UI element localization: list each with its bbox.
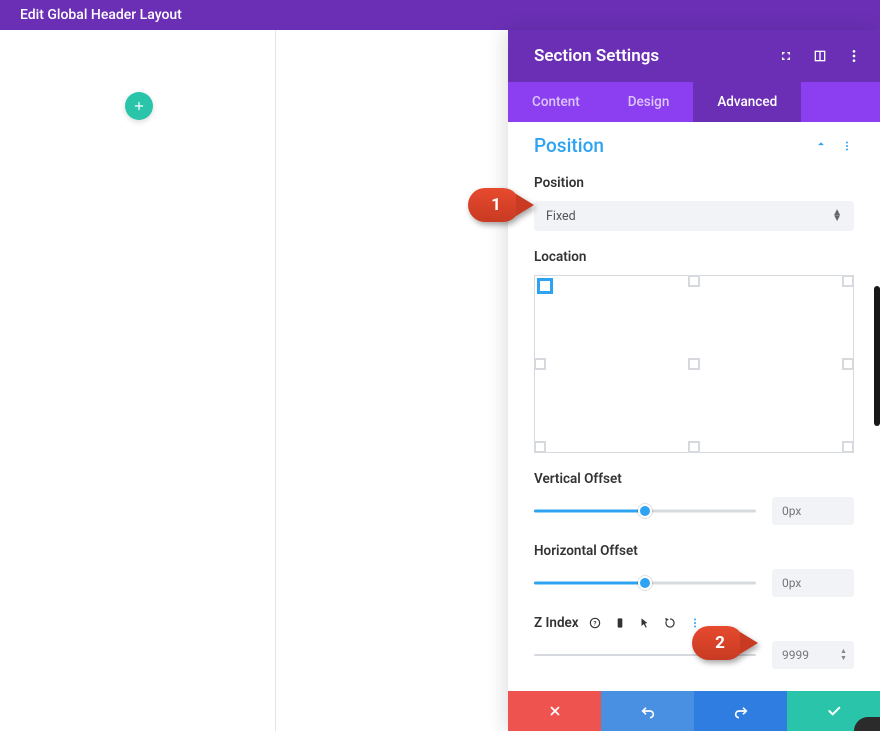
- hover-icon[interactable]: [637, 615, 653, 631]
- undo-button[interactable]: [601, 691, 694, 731]
- panel-body: Position Position Fixed ▲▼ Location: [508, 122, 880, 691]
- location-mid-center[interactable]: [688, 358, 700, 370]
- position-select[interactable]: Fixed ▲▼: [534, 201, 854, 231]
- scrollbar-thumb[interactable]: [874, 286, 880, 426]
- horizontal-offset-input[interactable]: [772, 569, 854, 597]
- horizontal-offset-label: Horizontal Offset: [534, 543, 854, 559]
- plus-icon: [132, 99, 146, 113]
- location-bottom-right[interactable]: [842, 441, 854, 453]
- panel-title: Section Settings: [534, 46, 659, 66]
- panel-footer: [508, 691, 880, 731]
- tab-design[interactable]: Design: [604, 82, 694, 122]
- redo-icon: [733, 703, 749, 719]
- undo-icon: [640, 703, 656, 719]
- location-picker[interactable]: [534, 275, 854, 453]
- location-mid-right[interactable]: [842, 358, 854, 370]
- location-top-center[interactable]: [688, 275, 700, 287]
- canvas-column-divider: [275, 30, 276, 731]
- reset-icon[interactable]: [662, 615, 678, 631]
- help-icon[interactable]: ?: [587, 615, 603, 631]
- location-top-left[interactable]: [537, 278, 553, 294]
- tab-content[interactable]: Content: [508, 82, 604, 122]
- annotation-1-text: 1: [491, 195, 501, 215]
- top-bar: Edit Global Header Layout: [0, 0, 880, 30]
- add-section-button[interactable]: [125, 92, 153, 120]
- annotation-callout-2: 2: [692, 626, 744, 660]
- position-label: Position: [534, 175, 854, 191]
- close-icon: [548, 704, 562, 718]
- panel-header-actions: [778, 48, 862, 64]
- redo-button[interactable]: [694, 691, 787, 731]
- position-select-value: Fixed: [546, 209, 576, 224]
- editor-canvas: [0, 30, 508, 731]
- position-section-header: Position: [534, 134, 854, 157]
- section-more-icon[interactable]: [840, 140, 854, 152]
- check-icon: [826, 703, 842, 719]
- annotation-2-text: 2: [715, 633, 725, 653]
- svg-text:?: ?: [593, 619, 596, 627]
- panel-header: Section Settings: [508, 30, 880, 82]
- chevron-up-icon[interactable]: [814, 137, 828, 155]
- vertical-offset-label: Vertical Offset: [534, 471, 854, 487]
- top-bar-title: Edit Global Header Layout: [20, 7, 182, 23]
- zindex-label-text: Z Index: [534, 615, 579, 631]
- zindex-option-icons: ?: [587, 615, 703, 631]
- location-label: Location: [534, 249, 854, 265]
- cancel-button[interactable]: [508, 691, 601, 731]
- annotation-callout-1: 1: [468, 188, 520, 222]
- vertical-offset-slider[interactable]: [534, 499, 756, 523]
- position-section-title[interactable]: Position: [534, 134, 604, 157]
- tab-advanced[interactable]: Advanced: [693, 82, 801, 122]
- more-options-icon[interactable]: [846, 48, 862, 64]
- location-bottom-left[interactable]: [534, 441, 546, 453]
- vertical-offset-input[interactable]: [772, 497, 854, 525]
- vertical-offset-row: [534, 497, 854, 525]
- panel-tabs: Content Design Advanced: [508, 82, 880, 122]
- select-arrows-icon: ▲▼: [832, 210, 842, 222]
- expand-icon[interactable]: [778, 48, 794, 64]
- horizontal-offset-row: [534, 569, 854, 597]
- phone-icon[interactable]: [612, 615, 628, 631]
- location-mid-left[interactable]: [534, 358, 546, 370]
- horizontal-offset-slider[interactable]: [534, 571, 756, 595]
- location-bottom-center[interactable]: [688, 441, 700, 453]
- zindex-stepper[interactable]: ▲▼: [840, 643, 850, 667]
- snap-icon[interactable]: [812, 48, 828, 64]
- location-top-right[interactable]: [842, 275, 854, 287]
